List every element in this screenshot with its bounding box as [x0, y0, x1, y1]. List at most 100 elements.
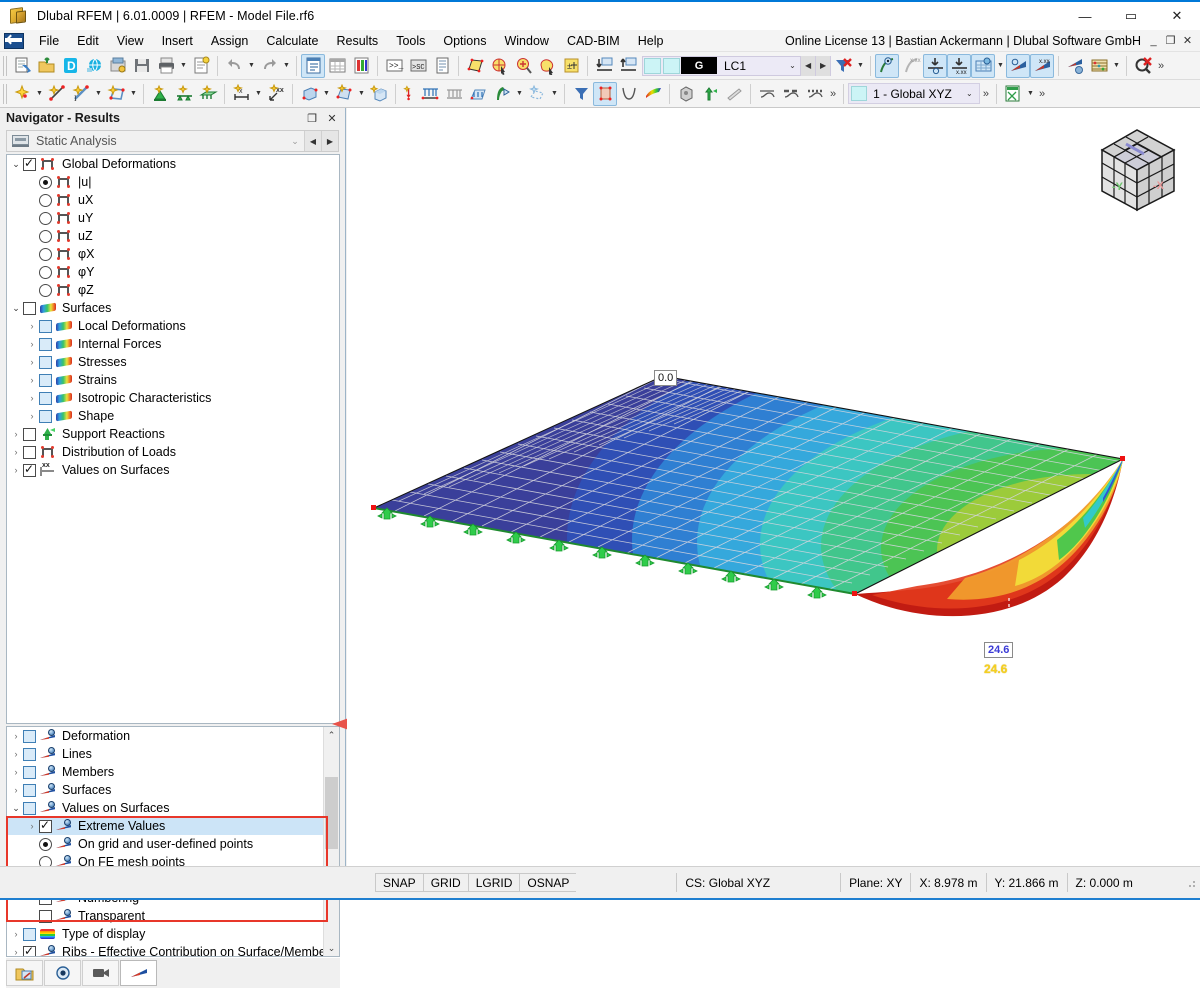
- checkbox[interactable]: [23, 766, 36, 779]
- graph-dot-button[interactable]: [803, 82, 827, 106]
- surface-support-button[interactable]: [196, 82, 220, 106]
- snap-toggle[interactable]: SNAP: [375, 873, 423, 892]
- undo-button[interactable]: [222, 54, 246, 78]
- color-table-button[interactable]: [349, 54, 373, 78]
- load-import-button[interactable]: [592, 54, 616, 78]
- checkbox[interactable]: [39, 410, 52, 423]
- expander-closed-icon[interactable]: ›: [25, 321, 39, 331]
- graph-line-button[interactable]: [755, 82, 779, 106]
- expander-open-icon[interactable]: ⌄: [9, 803, 23, 814]
- select-table-button[interactable]: ±: [559, 54, 583, 78]
- results-tree-row[interactable]: uX: [7, 191, 339, 209]
- menu-window[interactable]: Window: [495, 32, 557, 50]
- delete-results-dropdown-arrow[interactable]: ▼: [855, 54, 866, 78]
- graph-dash-button[interactable]: [779, 82, 803, 106]
- show-deformation-button[interactable]: [875, 54, 899, 78]
- results-tree-row[interactable]: ›Support Reactions: [7, 425, 339, 443]
- checkbox[interactable]: [23, 802, 36, 815]
- display-tree-row[interactable]: On grid and user-defined points: [7, 835, 339, 853]
- result-config-button[interactable]: [1063, 54, 1087, 78]
- delete-results-button[interactable]: [831, 54, 855, 78]
- checkbox[interactable]: [39, 320, 52, 333]
- new-node-dropdown-arrow[interactable]: ▼: [34, 82, 45, 106]
- expander-closed-icon[interactable]: ›: [9, 929, 23, 939]
- display-tree-row[interactable]: ›Type of display: [7, 925, 339, 943]
- select-special-button[interactable]: [487, 54, 511, 78]
- fem-surface-plot[interactable]: [347, 108, 1200, 866]
- show-max-button[interactable]: x.xx: [947, 54, 971, 78]
- redo-dropdown-arrow[interactable]: ▼: [281, 54, 292, 78]
- radio-button[interactable]: [39, 230, 52, 243]
- result-values-button[interactable]: x.xx: [1030, 54, 1054, 78]
- view-navigation-cube[interactable]: -Y -X: [1082, 116, 1192, 226]
- analysis-prev-button[interactable]: ◀: [304, 131, 321, 151]
- radio-button-selected[interactable]: [39, 176, 52, 189]
- results-tree-row[interactable]: uY: [7, 209, 339, 227]
- expander-closed-icon[interactable]: ›: [9, 429, 23, 439]
- display-tree-row[interactable]: ›Extreme Values: [7, 817, 339, 835]
- results-tree-row[interactable]: ›Internal Forces: [7, 335, 339, 353]
- mdi-minimize-button[interactable]: _: [1145, 32, 1162, 50]
- analysis-next-button[interactable]: ▶: [321, 131, 338, 151]
- menu-help[interactable]: Help: [629, 32, 673, 50]
- expander-open-icon[interactable]: ⌄: [9, 303, 23, 314]
- results-tree-row[interactable]: ›Stresses: [7, 353, 339, 371]
- render-color-button[interactable]: [641, 82, 665, 106]
- radio-button[interactable]: [39, 284, 52, 297]
- zoom-select-button[interactable]: [511, 54, 535, 78]
- line-support-button[interactable]: [172, 82, 196, 106]
- new-member-dropdown-arrow[interactable]: ▼: [93, 82, 104, 106]
- checkbox-checked[interactable]: [23, 464, 36, 477]
- deformed-shape-dropdown-arrow[interactable]: ▼: [549, 82, 560, 106]
- excel-overflow-button[interactable]: »: [1036, 88, 1048, 100]
- funnel-filter-button[interactable]: [569, 82, 593, 106]
- tables-button[interactable]: [325, 54, 349, 78]
- open-folder-button[interactable]: [34, 54, 58, 78]
- render-solid-button[interactable]: [593, 82, 617, 106]
- new-solid-dropdown-arrow[interactable]: ▼: [321, 82, 332, 106]
- results-tree-row[interactable]: ›Distribution of Loads: [7, 443, 339, 461]
- mdi-restore-button[interactable]: ❐: [1162, 32, 1179, 50]
- load-case-next-button[interactable]: ▶: [815, 56, 830, 76]
- expander-closed-icon[interactable]: ›: [9, 767, 23, 777]
- radio-button[interactable]: [39, 248, 52, 261]
- display-tree-row[interactable]: ›Ribs - Effective Contribution on Surfac…: [7, 943, 339, 957]
- scrollbar-thumb[interactable]: [325, 777, 338, 849]
- new-opening-button[interactable]: [332, 82, 356, 106]
- checkbox[interactable]: [23, 302, 36, 315]
- print-dropdown-arrow[interactable]: ▼: [178, 54, 189, 78]
- checkbox[interactable]: [23, 784, 36, 797]
- navigator-close-button[interactable]: ✕: [323, 110, 341, 127]
- dimension-button[interactable]: x: [229, 82, 253, 106]
- results-tree-row[interactable]: uZ: [7, 227, 339, 245]
- display-tree-row[interactable]: ⌄Values on Surfaces: [7, 799, 339, 817]
- new-block-button[interactable]: [367, 82, 391, 106]
- tree-scrollbar[interactable]: ⌃ ⌄: [323, 727, 339, 956]
- new-opening-dropdown-arrow[interactable]: ▼: [356, 82, 367, 106]
- results-tree-row[interactable]: ⌄Surfaces: [7, 299, 339, 317]
- coordinate-system-selector[interactable]: 1 - Global XYZ ⌄: [848, 83, 980, 104]
- new-member-button[interactable]: I: [69, 82, 93, 106]
- result-grid-dropdown-arrow[interactable]: ▼: [995, 54, 1006, 78]
- menu-file[interactable]: File: [30, 32, 68, 50]
- result-diagram-button[interactable]: [1006, 54, 1030, 78]
- console-button[interactable]: >>_: [382, 54, 406, 78]
- checkbox[interactable]: [23, 748, 36, 761]
- checkbox[interactable]: [23, 928, 36, 941]
- result-grid-button[interactable]: [971, 54, 995, 78]
- display-tree-bottom[interactable]: ›Deformation›Lines›Members›Surfaces⌄Valu…: [6, 726, 340, 957]
- excel-export-button[interactable]: [1001, 82, 1025, 106]
- coordinate-button[interactable]: xx: [264, 82, 288, 106]
- expander-open-icon[interactable]: ⌄: [9, 159, 23, 170]
- navigator-panel-button[interactable]: [301, 54, 325, 78]
- display-tree-row[interactable]: ›Members: [7, 763, 339, 781]
- redo-button[interactable]: [257, 54, 281, 78]
- save-button[interactable]: [130, 54, 154, 78]
- toolbar-grip[interactable]: [3, 56, 8, 76]
- close-button[interactable]: ✕: [1154, 1, 1200, 31]
- dimension-dropdown-arrow[interactable]: ▼: [253, 82, 264, 106]
- minimize-button[interactable]: —: [1062, 1, 1108, 31]
- undo-dropdown-arrow[interactable]: ▼: [246, 54, 257, 78]
- checkbox[interactable]: [39, 392, 52, 405]
- menu-assign[interactable]: Assign: [202, 32, 258, 50]
